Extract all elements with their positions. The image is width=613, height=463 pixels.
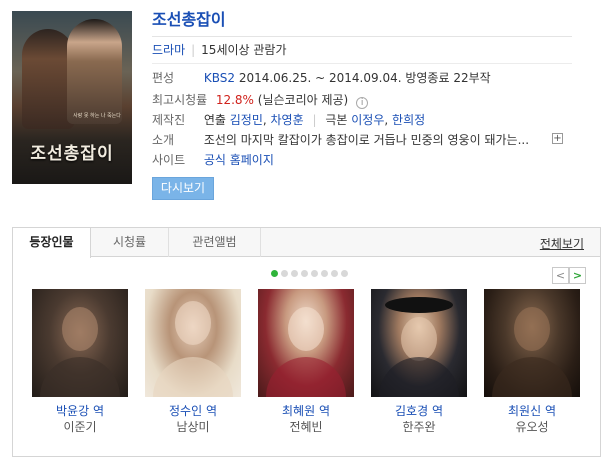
photo-body (492, 357, 572, 397)
channel-link[interactable]: KBS2 (204, 71, 235, 85)
photo-body (153, 357, 233, 397)
actor-name[interactable]: 전혜빈 (258, 419, 354, 435)
info-icon[interactable]: i (356, 97, 369, 109)
cast-photo[interactable] (258, 289, 354, 397)
divider: | (312, 113, 317, 127)
role-link[interactable]: 최원신 (508, 404, 541, 418)
role-suffix: 역 (318, 404, 330, 418)
broadcast-period: 2014.06.25. ~ 2014.09.04. 방영종료 22부작 (238, 71, 491, 85)
director-link-1[interactable]: 김정민 (230, 113, 263, 127)
page-dot[interactable] (291, 270, 298, 277)
cast-role: 정수인 역 (145, 403, 241, 419)
broadcast-row: 편성 KBS2 2014.06.25. ~ 2014.09.04. 방영종료 2… (152, 69, 491, 87)
photo-body (40, 357, 120, 397)
photo-head (514, 307, 550, 351)
top-rating-value: 12.8% (215, 93, 254, 107)
page-dot[interactable] (301, 270, 308, 277)
expand-plus-icon[interactable]: + (552, 133, 563, 144)
photo-head (288, 307, 324, 351)
cast-card[interactable]: 최원신 역 유오성 (484, 289, 580, 435)
official-site-link[interactable]: 공식 홈페이지 (204, 153, 274, 167)
role-suffix: 역 (544, 404, 556, 418)
poster-title: 조선총잡이 (30, 144, 114, 164)
photo-hat (385, 297, 453, 313)
cast-role: 최원신 역 (484, 403, 580, 419)
synopsis-text: 조선의 마지막 칼잡이가 총잡이로 거듭나 민중의 영웅이 돼가는... (203, 133, 530, 147)
cast-photo[interactable] (32, 289, 128, 397)
cast-photo[interactable] (145, 289, 241, 397)
cast-card[interactable]: 김호경 역 한주완 (371, 289, 467, 435)
page-dot[interactable] (331, 270, 338, 277)
actor-name[interactable]: 이준기 (32, 419, 128, 435)
writer-link-1[interactable]: 이정우 (351, 113, 384, 127)
role-link[interactable]: 박윤강 (56, 404, 89, 418)
next-arrow-icon[interactable]: > (569, 267, 586, 284)
role-suffix: 역 (92, 404, 104, 418)
divider: | (191, 43, 196, 57)
tab-cast[interactable]: 등장인물 (13, 228, 91, 258)
photo-head (175, 301, 211, 345)
photo-body (266, 357, 346, 397)
cast-panel: 등장인물 시청률 관련앨범 전체보기 < > 박윤강 역 이준기 정수인 역 남… (12, 227, 601, 457)
photo-head (401, 317, 437, 361)
cast-card[interactable]: 박윤강 역 이준기 (32, 289, 128, 435)
cast-role: 김호경 역 (371, 403, 467, 419)
writer-label: 극본 (325, 113, 348, 127)
site-row: 사이트 공식 홈페이지 (152, 151, 274, 169)
view-all-link[interactable]: 전체보기 (540, 235, 584, 252)
tab-bar: 등장인물 시청률 관련앨범 전체보기 (13, 228, 600, 258)
role-suffix: 역 (431, 404, 443, 418)
title-divider (152, 36, 572, 37)
genre-rating-line: 드라마 | 15세이상 관람가 (152, 42, 287, 58)
actor-name[interactable]: 한주완 (371, 419, 467, 435)
synopsis-label: 소개 (152, 133, 175, 147)
drama-poster[interactable]: 사랑 못 하는 나 죽는다 조선총잡이 (12, 11, 132, 184)
cast-photo[interactable] (484, 289, 580, 397)
photo-head (62, 307, 98, 351)
staff-row: 제작진 연출 김정민, 차영훈 | 극본 이정우, 한희정 (152, 113, 426, 127)
page-dot[interactable] (321, 270, 328, 277)
cast-role: 박윤강 역 (32, 403, 128, 419)
director-label: 연출 (203, 113, 226, 127)
cast-card[interactable]: 정수인 역 남상미 (145, 289, 241, 435)
cast-photo[interactable] (371, 289, 467, 397)
actor-name[interactable]: 유오성 (484, 419, 580, 435)
poster-tagline: 사랑 못 하는 나 죽는다 (73, 113, 121, 119)
age-rating: 15세이상 관람가 (201, 43, 287, 57)
role-suffix: 역 (205, 404, 217, 418)
staff-label: 제작진 (152, 113, 186, 127)
top-rating-label: 최고시청률 (152, 93, 208, 107)
top-rating-source: (닐슨코리아 제공) (257, 93, 349, 107)
top-rating-row: 최고시청률 12.8% (닐슨코리아 제공) i (152, 91, 369, 109)
page-dot[interactable] (341, 270, 348, 277)
replay-button[interactable]: 다시보기 (152, 177, 214, 200)
tab-albums[interactable]: 관련앨범 (169, 228, 261, 257)
cast-role: 최혜원 역 (258, 403, 354, 419)
pagination-dots (271, 270, 351, 278)
info-divider (152, 63, 572, 64)
broadcast-label: 편성 (152, 71, 175, 85)
page-dot[interactable] (281, 270, 288, 277)
actor-name[interactable]: 남상미 (145, 419, 241, 435)
genre-link[interactable]: 드라마 (152, 43, 185, 57)
poster-figure-woman (67, 19, 122, 124)
page-dot[interactable] (311, 270, 318, 277)
prev-arrow-icon[interactable]: < (552, 267, 569, 284)
role-link[interactable]: 김호경 (395, 404, 428, 418)
photo-body (379, 357, 459, 397)
drama-title[interactable]: 조선총잡이 (152, 8, 602, 32)
role-link[interactable]: 최혜원 (282, 404, 315, 418)
director-link-2[interactable]: 차영훈 (271, 113, 304, 127)
tab-ratings[interactable]: 시청률 (91, 228, 169, 257)
cast-card[interactable]: 최혜원 역 전혜빈 (258, 289, 354, 435)
writer-link-2[interactable]: 한희정 (392, 113, 425, 127)
synopsis-row: 소개 조선의 마지막 칼잡이가 총잡이로 거듭나 민중의 영웅이 돼가는... (152, 131, 529, 149)
page-dot[interactable] (271, 270, 278, 277)
site-label: 사이트 (152, 153, 186, 167)
role-link[interactable]: 정수인 (169, 404, 202, 418)
